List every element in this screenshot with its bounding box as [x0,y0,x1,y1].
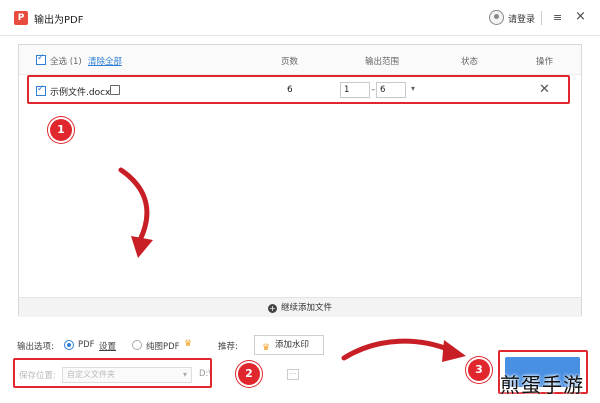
column-header-status: 状态 [461,57,479,67]
add-watermark-label: 添加水印 [275,340,310,350]
pdf-settings-link[interactable]: 设置 [99,340,116,352]
select-all-checkbox[interactable] [36,53,46,65]
pdf-option-label: PDF [78,340,95,350]
arrow-right-head [442,340,466,362]
highlight-box-save-location [13,358,212,388]
title-bar: P 输出为PDF 请登录 ≡ × [0,0,600,36]
user-avatar-icon[interactable] [489,10,504,25]
highlight-box-file-row [27,75,570,104]
browse-folder-button[interactable]: ··· [287,369,299,380]
crown-icon: ♛ [184,339,193,349]
image-pdf-radio[interactable] [132,340,142,350]
titlebar-divider [541,11,542,25]
add-watermark-button[interactable]: ♛ 添加水印 [254,335,324,355]
crown-icon: ♛ [262,343,271,353]
output-options-label: 输出选项: [17,342,54,352]
add-more-label: 继续添加文件 [280,303,332,313]
clear-all-link[interactable]: 清除全部 [88,55,122,67]
window-close-icon[interactable]: × [575,9,586,24]
site-watermark: 煎蛋手游 [500,373,584,397]
pdf-app-icon: P [14,11,28,25]
recommend-label: 推荐: [218,342,238,352]
select-all-label: 全选 (1) [50,57,82,67]
add-more-files-button[interactable]: + 继续添加文件 [19,297,581,317]
arrow-right-curve [341,338,453,361]
image-pdf-label: 纯图PDF [146,342,180,352]
step-badge-3: 3 [468,359,490,381]
menu-icon[interactable]: ≡ [553,11,562,24]
step-badge-2: 2 [238,363,260,385]
column-header-pages: 页数 [281,57,299,67]
table-header: 全选 (1) 清除全部 页数 输出范围 状态 操作 [19,45,581,75]
pdf-radio[interactable] [64,340,74,350]
plus-icon: + [267,303,277,313]
column-header-actions: 操作 [536,57,554,67]
step-badge-1: 1 [50,119,72,141]
login-link[interactable]: 请登录 [508,12,535,25]
window-title: 输出为PDF [34,15,84,26]
column-header-range: 输出范围 [365,57,400,67]
